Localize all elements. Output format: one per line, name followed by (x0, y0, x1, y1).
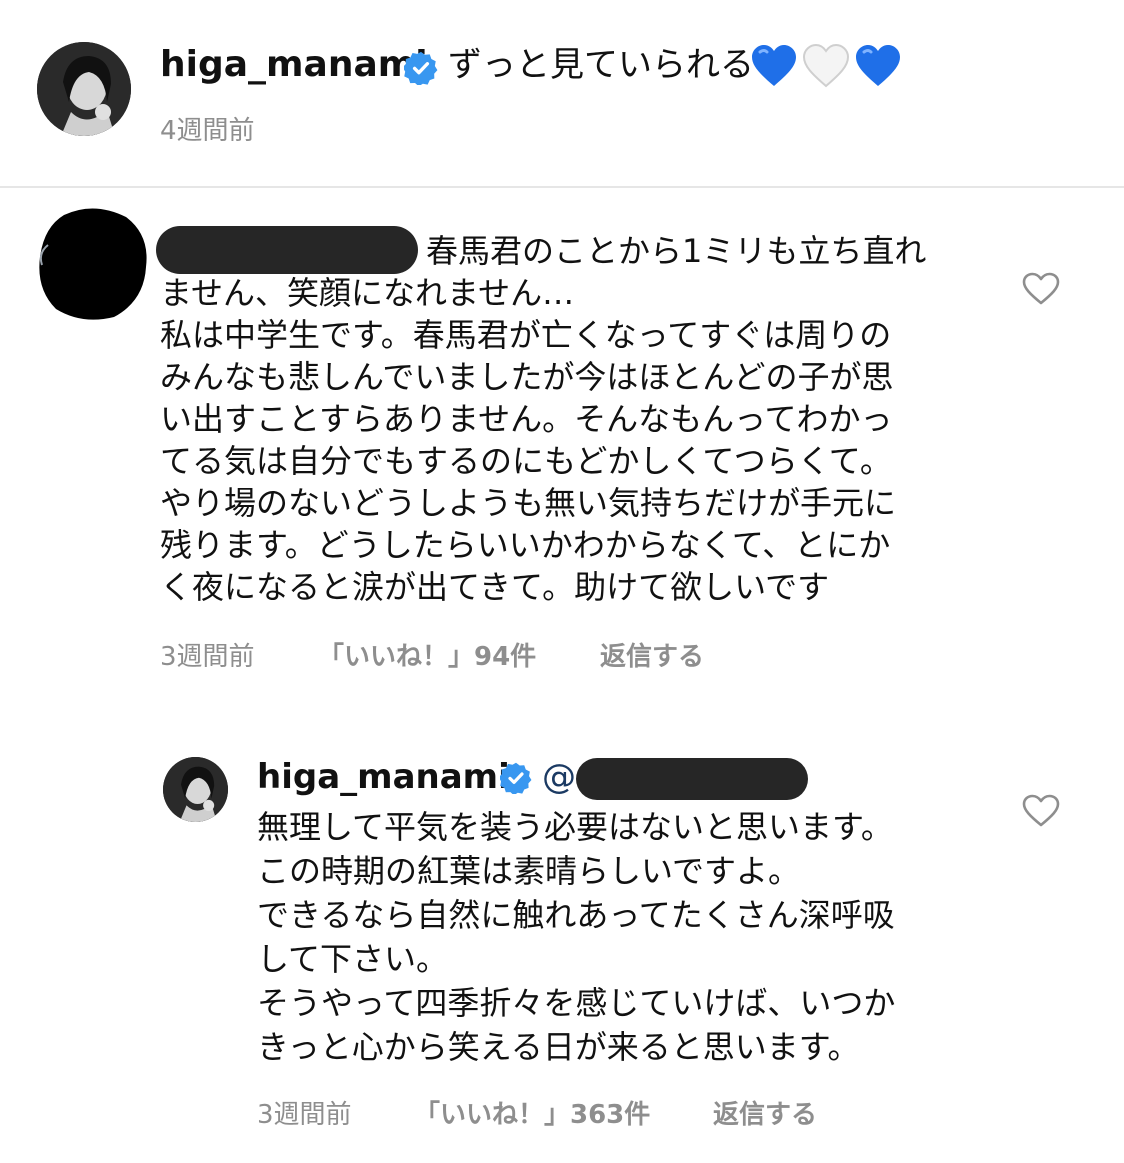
reply-author-avatar[interactable] (163, 757, 228, 822)
comment-line: みんなも悲しんでいましたが今はほとんどの子が思 (160, 358, 894, 396)
reply-line: できるなら自然に触れあってたくさん深呼吸 (257, 896, 895, 934)
comment-line: 私は中学生です。春馬君が亡くなってすぐは周りの (160, 316, 892, 354)
blue-heart-icon (750, 44, 798, 88)
reply-reply-button[interactable]: 返信する (713, 1094, 817, 1131)
post-timestamp: 4週間前 (160, 116, 255, 146)
post-caption: ずっと見ていられる (448, 45, 754, 85)
reply-line: して下さい。 (257, 940, 449, 978)
mention-username-redacted[interactable] (576, 758, 808, 800)
comment-line: ません、笑顔になれません… (160, 274, 575, 312)
mention-at-sign[interactable]: @ (542, 757, 576, 797)
reply-line: きっと心から笑える日が来ると思います。 (257, 1028, 860, 1066)
header-divider (0, 186, 1124, 188)
white-heart-icon (802, 43, 850, 88)
comment-line: てる気は自分でもするのにもどかしくてつらくて。 (160, 442, 892, 480)
reply-like-heart-icon[interactable] (1022, 794, 1060, 828)
comment-line: く夜になると涙が出てきて。助けて欲しいです (160, 568, 830, 606)
verified-badge-icon (402, 51, 438, 87)
comment-line: い出すことすらありません。そんなもんってわかっ (160, 400, 893, 438)
comment-text-first-line: 春馬君のことから1ミリも立ち直れ (426, 232, 927, 270)
reply-line: そうやって四季折々を感じていけば、いつか (257, 984, 896, 1022)
comment-like-count[interactable]: 「いいね！」94件 (318, 636, 536, 673)
verified-badge-icon (498, 762, 532, 796)
comment-text: ません、笑顔になれません… 私は中学生です。春馬君が亡くなってすぐは周りの みん… (160, 272, 960, 608)
reply-author-username[interactable]: higa_manami (257, 757, 510, 797)
comment-reply-button[interactable]: 返信する (600, 636, 704, 673)
reply-like-count[interactable]: 「いいね！」363件 (414, 1094, 650, 1131)
reply-mention[interactable]: @ (542, 757, 576, 801)
commenter-avatar-redacted[interactable] (34, 205, 152, 323)
comment-line: やり場のないどうしようも無い気持ちだけが手元に (160, 484, 897, 522)
reply-timestamp: 3週間前 (257, 1100, 352, 1130)
reply-line: この時期の紅葉は素晴らしいですよ。 (257, 852, 801, 890)
comment-like-heart-icon[interactable] (1022, 272, 1060, 306)
comment-timestamp: 3週間前 (160, 642, 255, 672)
blue-heart-icon (854, 44, 902, 88)
reply-line: 無理して平気を装う必要はないと思います。 (257, 808, 893, 846)
commenter-username-redacted[interactable] (156, 226, 418, 274)
comment-line: 残ります。どうしたらいいかわからなくて、とにか (160, 526, 891, 564)
post-author-avatar[interactable] (37, 42, 131, 136)
reply-text: 無理して平気を装う必要はないと思います。 この時期の紅葉は素晴らしいですよ。 で… (257, 805, 977, 1069)
post-author-username[interactable]: higa_manami (160, 44, 428, 85)
